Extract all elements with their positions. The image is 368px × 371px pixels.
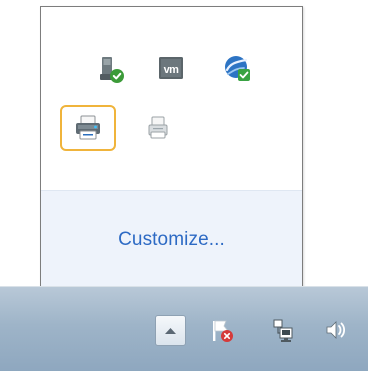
volume-icon[interactable] xyxy=(318,313,352,347)
notification-area-flyout: vm Customize... xyxy=(40,6,303,287)
flyout-footer: Customize... xyxy=(41,190,302,286)
flyout-icons-area: vm xyxy=(41,7,302,190)
vmware-tray-icon[interactable]: vm xyxy=(143,45,199,91)
printer-icon-selected[interactable] xyxy=(60,105,116,151)
usb-icon xyxy=(100,57,124,83)
vmware-icon: vm xyxy=(159,57,183,79)
globe-status-icon xyxy=(225,56,250,81)
taskbar xyxy=(0,286,368,371)
screen: vm Customize... xyxy=(0,0,368,371)
action-center-flag-icon[interactable] xyxy=(204,313,238,347)
network-globe-icon[interactable] xyxy=(209,45,265,91)
svg-text:vm: vm xyxy=(164,64,180,76)
network-status-icon xyxy=(273,319,293,342)
printer-small-icon[interactable] xyxy=(130,105,186,151)
usb-safely-remove-icon[interactable] xyxy=(83,45,139,91)
speaker-icon xyxy=(326,321,346,339)
printer-icon xyxy=(76,115,100,140)
printer-light-icon xyxy=(148,116,168,139)
customize-link[interactable]: Customize... xyxy=(41,229,302,251)
flag-error-icon xyxy=(213,320,233,342)
show-hidden-icons-button[interactable] xyxy=(155,315,186,346)
network-icon[interactable] xyxy=(266,313,300,347)
up-arrow-icon xyxy=(165,327,176,334)
